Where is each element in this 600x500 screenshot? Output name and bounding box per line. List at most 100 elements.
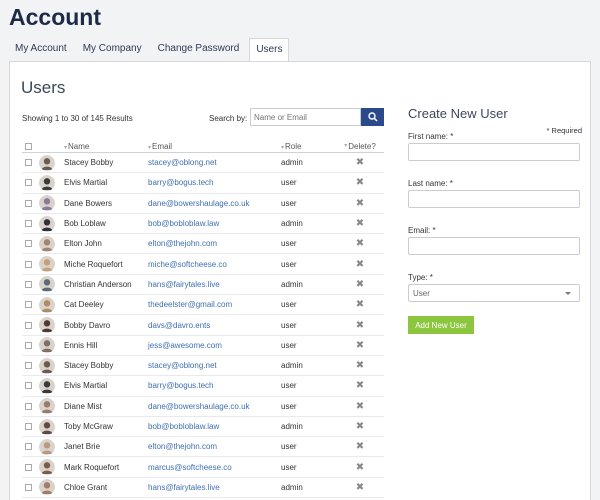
row-checkbox[interactable]: [25, 443, 32, 451]
type-select[interactable]: User: [408, 284, 580, 302]
row-checkbox[interactable]: [25, 483, 32, 491]
user-email-link[interactable]: jess@awesome.com: [148, 341, 281, 350]
user-email-link[interactable]: dane@bowershaulage.co.uk: [148, 199, 281, 208]
search-input[interactable]: [250, 108, 361, 126]
results-count: Showing 1 to 30 of 145 Results: [22, 114, 133, 123]
delete-icon[interactable]: ✖: [356, 380, 364, 391]
table-row: Mark Roquefort marcus@softcheese.co user ✖: [22, 457, 384, 478]
user-email-link[interactable]: hans@fairytales.live: [148, 483, 281, 492]
avatar: [39, 479, 55, 496]
email-field[interactable]: [408, 237, 580, 255]
sort-icon: ▾: [344, 143, 348, 149]
user-email-link[interactable]: elton@thejohn.com: [148, 442, 281, 451]
tab-users[interactable]: Users: [249, 38, 290, 62]
delete-icon[interactable]: ✖: [356, 320, 364, 331]
delete-icon[interactable]: ✖: [356, 340, 364, 351]
user-email-link[interactable]: davs@davro.ents: [148, 321, 281, 330]
row-checkbox[interactable]: [25, 199, 32, 207]
user-email-link[interactable]: bob@bobloblaw.law: [148, 422, 281, 431]
delete-icon[interactable]: ✖: [356, 482, 364, 493]
user-email-link[interactable]: elton@thejohn.com: [148, 239, 281, 248]
user-name: Miche Roquefort: [64, 259, 123, 269]
avatar: [39, 337, 55, 354]
row-checkbox[interactable]: [25, 179, 32, 187]
tab-my-account[interactable]: My Account: [9, 38, 73, 61]
last-name-field[interactable]: [408, 190, 580, 208]
avatar: [39, 276, 55, 293]
row-checkbox[interactable]: [25, 260, 32, 268]
last-name-label: Last name: *: [408, 179, 453, 188]
delete-icon[interactable]: ✖: [356, 441, 364, 452]
column-name-label: Name: [68, 142, 90, 151]
user-role: user: [281, 401, 297, 411]
user-email-link[interactable]: thedeelster@gmail.com: [148, 300, 281, 309]
search-label: Search by:: [209, 114, 248, 123]
row-checkbox[interactable]: [25, 280, 32, 288]
user-email-link[interactable]: marcus@softcheese.co: [148, 463, 281, 472]
user-email-link[interactable]: barry@bogus.tech: [148, 178, 281, 187]
required-note: * Required: [546, 126, 582, 135]
avatar: [39, 459, 55, 476]
delete-icon[interactable]: ✖: [356, 401, 364, 412]
avatar: [39, 195, 55, 212]
delete-icon[interactable]: ✖: [356, 177, 364, 188]
row-checkbox[interactable]: [25, 463, 32, 471]
row-checkbox[interactable]: [25, 159, 32, 167]
delete-icon[interactable]: ✖: [356, 238, 364, 249]
users-panel: Users Showing 1 to 30 of 145 Results Sea…: [9, 61, 591, 500]
user-name: Chloe Grant: [64, 482, 108, 492]
table-row: Elvis Martial barry@bogus.tech user ✖: [22, 173, 384, 194]
user-role: user: [281, 239, 297, 249]
row-checkbox[interactable]: [25, 220, 32, 228]
table-row: Stacey Bobby stacey@oblong.net admin ✖: [22, 356, 384, 377]
row-checkbox[interactable]: [25, 341, 32, 349]
table-row: Bobby Davro davs@davro.ents user ✖: [22, 315, 384, 336]
delete-icon[interactable]: ✖: [356, 299, 364, 310]
user-email-link[interactable]: barry@bogus.tech: [148, 381, 281, 390]
column-name-header[interactable]: ▾Name: [64, 142, 148, 151]
user-email-link[interactable]: bob@bobloblaw.law: [148, 219, 281, 228]
user-role: admin: [281, 361, 303, 371]
row-checkbox[interactable]: [25, 402, 32, 410]
delete-icon[interactable]: ✖: [356, 279, 364, 290]
user-email-link[interactable]: dane@bowershaulage.co.uk: [148, 402, 281, 411]
avatar: [39, 174, 55, 191]
avatar: [39, 296, 55, 313]
first-name-field[interactable]: [408, 143, 580, 161]
user-email-link[interactable]: stacey@oblong.net: [148, 361, 281, 370]
user-name: Stacey Bobby: [64, 361, 114, 371]
delete-icon[interactable]: ✖: [356, 462, 364, 473]
delete-icon[interactable]: ✖: [356, 218, 364, 229]
search-button[interactable]: [361, 108, 384, 126]
row-checkbox[interactable]: [25, 240, 32, 248]
tab-change-password[interactable]: Change Password: [152, 38, 246, 61]
tab-my-company[interactable]: My Company: [77, 38, 148, 61]
column-role-header[interactable]: ▾Role: [281, 142, 336, 151]
delete-icon[interactable]: ✖: [356, 157, 364, 168]
avatar: [39, 256, 55, 273]
delete-icon[interactable]: ✖: [356, 198, 364, 209]
column-email-header[interactable]: ▾Email: [148, 142, 281, 151]
row-checkbox[interactable]: [25, 362, 32, 370]
table-row: Toby McGraw bob@bobloblaw.law admin ✖: [22, 417, 384, 438]
user-email-link[interactable]: miche@softcheese.co: [148, 260, 281, 269]
row-checkbox[interactable]: [25, 382, 32, 390]
avatar: [39, 398, 55, 415]
user-role: user: [281, 259, 297, 269]
user-name: Bob Loblaw: [64, 219, 106, 229]
avatar: [39, 154, 55, 171]
row-checkbox[interactable]: [25, 301, 32, 309]
user-role: user: [281, 198, 297, 208]
select-all-checkbox[interactable]: [25, 143, 32, 150]
row-checkbox[interactable]: [25, 423, 32, 430]
delete-icon[interactable]: ✖: [356, 259, 364, 270]
row-checkbox[interactable]: [25, 321, 32, 329]
table-row: Cat Deeley thedeelster@gmail.com user ✖: [22, 295, 384, 316]
table-row: Elvis Martial barry@bogus.tech user ✖: [22, 376, 384, 397]
add-new-user-button[interactable]: Add New User: [408, 316, 474, 334]
delete-icon[interactable]: ✖: [356, 360, 364, 371]
users-heading: Users: [21, 78, 66, 97]
user-email-link[interactable]: hans@fairytales.live: [148, 280, 281, 289]
user-email-link[interactable]: stacey@oblong.net: [148, 158, 281, 167]
delete-icon[interactable]: ✖: [356, 421, 364, 432]
